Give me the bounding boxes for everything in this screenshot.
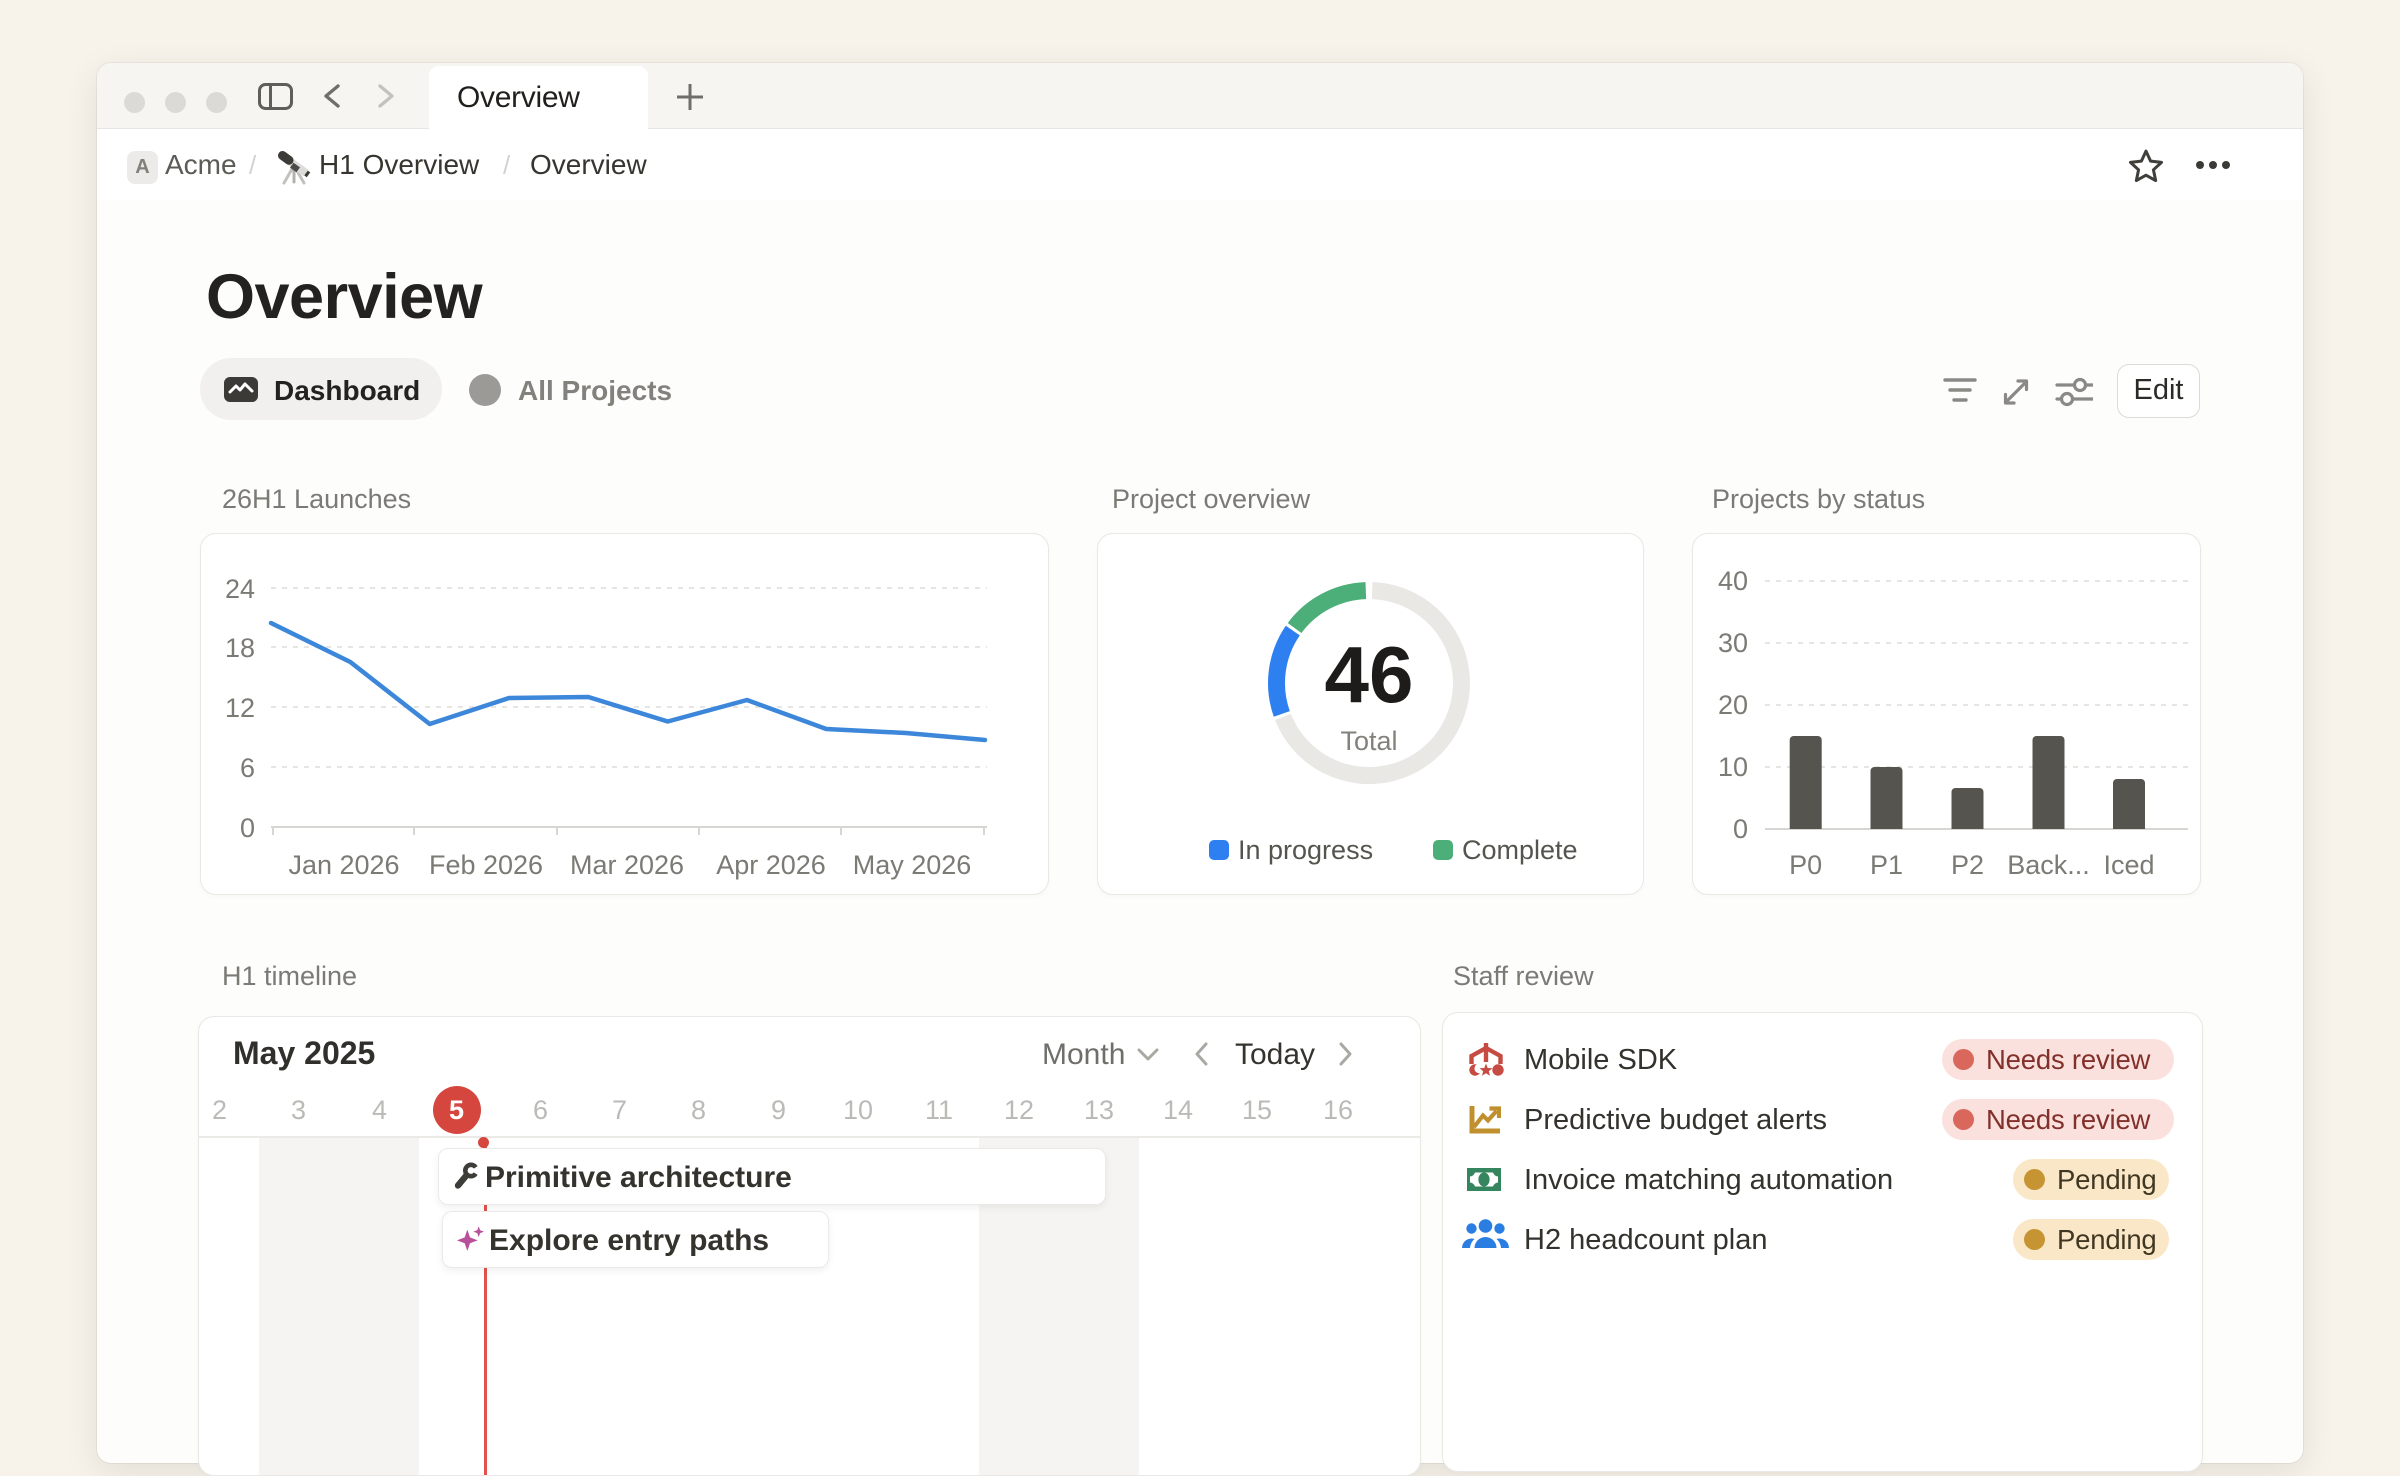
- svg-text:10: 10: [1718, 752, 1748, 782]
- svg-text:18: 18: [225, 633, 255, 663]
- svg-text:Jan 2026: Jan 2026: [288, 850, 399, 880]
- svg-text:40: 40: [1718, 566, 1748, 596]
- svg-text:May 2026: May 2026: [853, 850, 972, 880]
- svg-text:In progress: In progress: [1238, 835, 1373, 865]
- svg-text:P1: P1: [1870, 850, 1903, 880]
- svg-text:46: 46: [1325, 630, 1414, 719]
- svg-text:Back...: Back...: [2007, 850, 2090, 880]
- svg-text:12: 12: [225, 693, 255, 723]
- svg-text:Feb 2026: Feb 2026: [429, 850, 543, 880]
- svg-text:Complete: Complete: [1462, 835, 1578, 865]
- svg-text:24: 24: [225, 574, 255, 604]
- svg-text:Apr 2026: Apr 2026: [716, 850, 826, 880]
- svg-text:30: 30: [1718, 628, 1748, 658]
- svg-text:20: 20: [1718, 690, 1748, 720]
- svg-text:Mar 2026: Mar 2026: [570, 850, 684, 880]
- svg-text:Total: Total: [1340, 726, 1397, 756]
- svg-text:0: 0: [1733, 814, 1748, 844]
- svg-text:P2: P2: [1951, 850, 1984, 880]
- svg-text:0: 0: [240, 813, 255, 843]
- svg-text:Iced: Iced: [2103, 850, 2154, 880]
- svg-text:6: 6: [240, 753, 255, 783]
- svg-text:P0: P0: [1789, 850, 1822, 880]
